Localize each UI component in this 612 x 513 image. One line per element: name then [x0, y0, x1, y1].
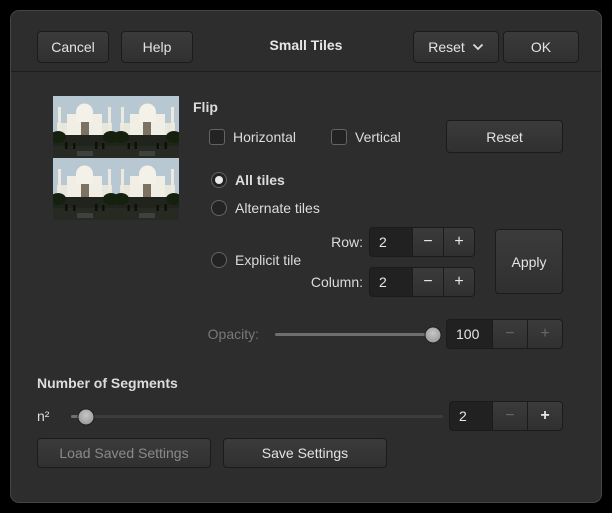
row-minus-button[interactable]: − [413, 227, 444, 257]
load-saved-settings-button: Load Saved Settings [37, 438, 211, 468]
minus-icon: − [505, 325, 514, 343]
opacity-slider [275, 333, 441, 336]
row-plus-button[interactable]: + [444, 227, 475, 257]
column-minus-button[interactable]: − [413, 267, 444, 297]
explicit-tile-radio[interactable] [211, 252, 227, 268]
alternate-tiles-radio[interactable] [211, 200, 227, 216]
minus-icon: − [423, 273, 432, 291]
segments-minus-button: − [493, 401, 528, 431]
opacity-slider-handle [425, 326, 442, 343]
all-tiles-radio-label[interactable]: All tiles [235, 171, 285, 189]
chevron-down-icon [472, 43, 484, 51]
vertical-checkbox[interactable] [331, 129, 347, 145]
opacity-plus-button: + [528, 319, 563, 349]
opacity-label: Opacity: [189, 319, 259, 349]
reset-dropdown-label: Reset [428, 39, 465, 55]
segments-section-title: Number of Segments [37, 374, 178, 392]
header-separator [11, 71, 601, 72]
row-value-entry[interactable]: 2 [369, 227, 413, 257]
segments-param-label: n² [37, 401, 49, 431]
ok-button[interactable]: OK [503, 31, 579, 63]
plus-icon: + [454, 233, 463, 251]
vertical-checkbox-label[interactable]: Vertical [355, 128, 401, 146]
opacity-minus-button: − [493, 319, 528, 349]
screen: { "header": { "cancel_label": "Cancel", … [0, 0, 612, 513]
segments-value-entry[interactable]: 2 [449, 401, 493, 431]
opacity-value-entry: 100 [446, 319, 493, 349]
alternate-tiles-radio-label[interactable]: Alternate tiles [235, 199, 320, 217]
plus-icon: + [454, 273, 463, 291]
flip-reset-button[interactable]: Reset [446, 120, 563, 153]
segments-plus-button[interactable]: + [528, 401, 563, 431]
flip-section-label: Flip [193, 98, 218, 116]
minus-icon: − [505, 407, 514, 425]
horizontal-checkbox[interactable] [209, 129, 225, 145]
column-plus-button[interactable]: + [444, 267, 475, 297]
segments-slider-handle[interactable] [78, 408, 95, 425]
column-value-entry[interactable]: 2 [369, 267, 413, 297]
save-settings-button[interactable]: Save Settings [223, 438, 387, 468]
all-tiles-radio[interactable] [211, 172, 227, 188]
plus-icon: + [540, 407, 549, 425]
plus-icon: + [540, 325, 549, 343]
preview-image [53, 96, 179, 220]
row-label: Row: [291, 227, 363, 257]
horizontal-checkbox-label[interactable]: Horizontal [233, 128, 296, 146]
segments-slider[interactable] [71, 415, 443, 418]
column-label: Column: [291, 267, 363, 297]
small-tiles-dialog: Cancel Help Small Tiles Reset OK [10, 10, 602, 503]
minus-icon: − [423, 233, 432, 251]
apply-button[interactable]: Apply [495, 229, 563, 294]
reset-dropdown-button[interactable]: Reset [413, 31, 499, 63]
